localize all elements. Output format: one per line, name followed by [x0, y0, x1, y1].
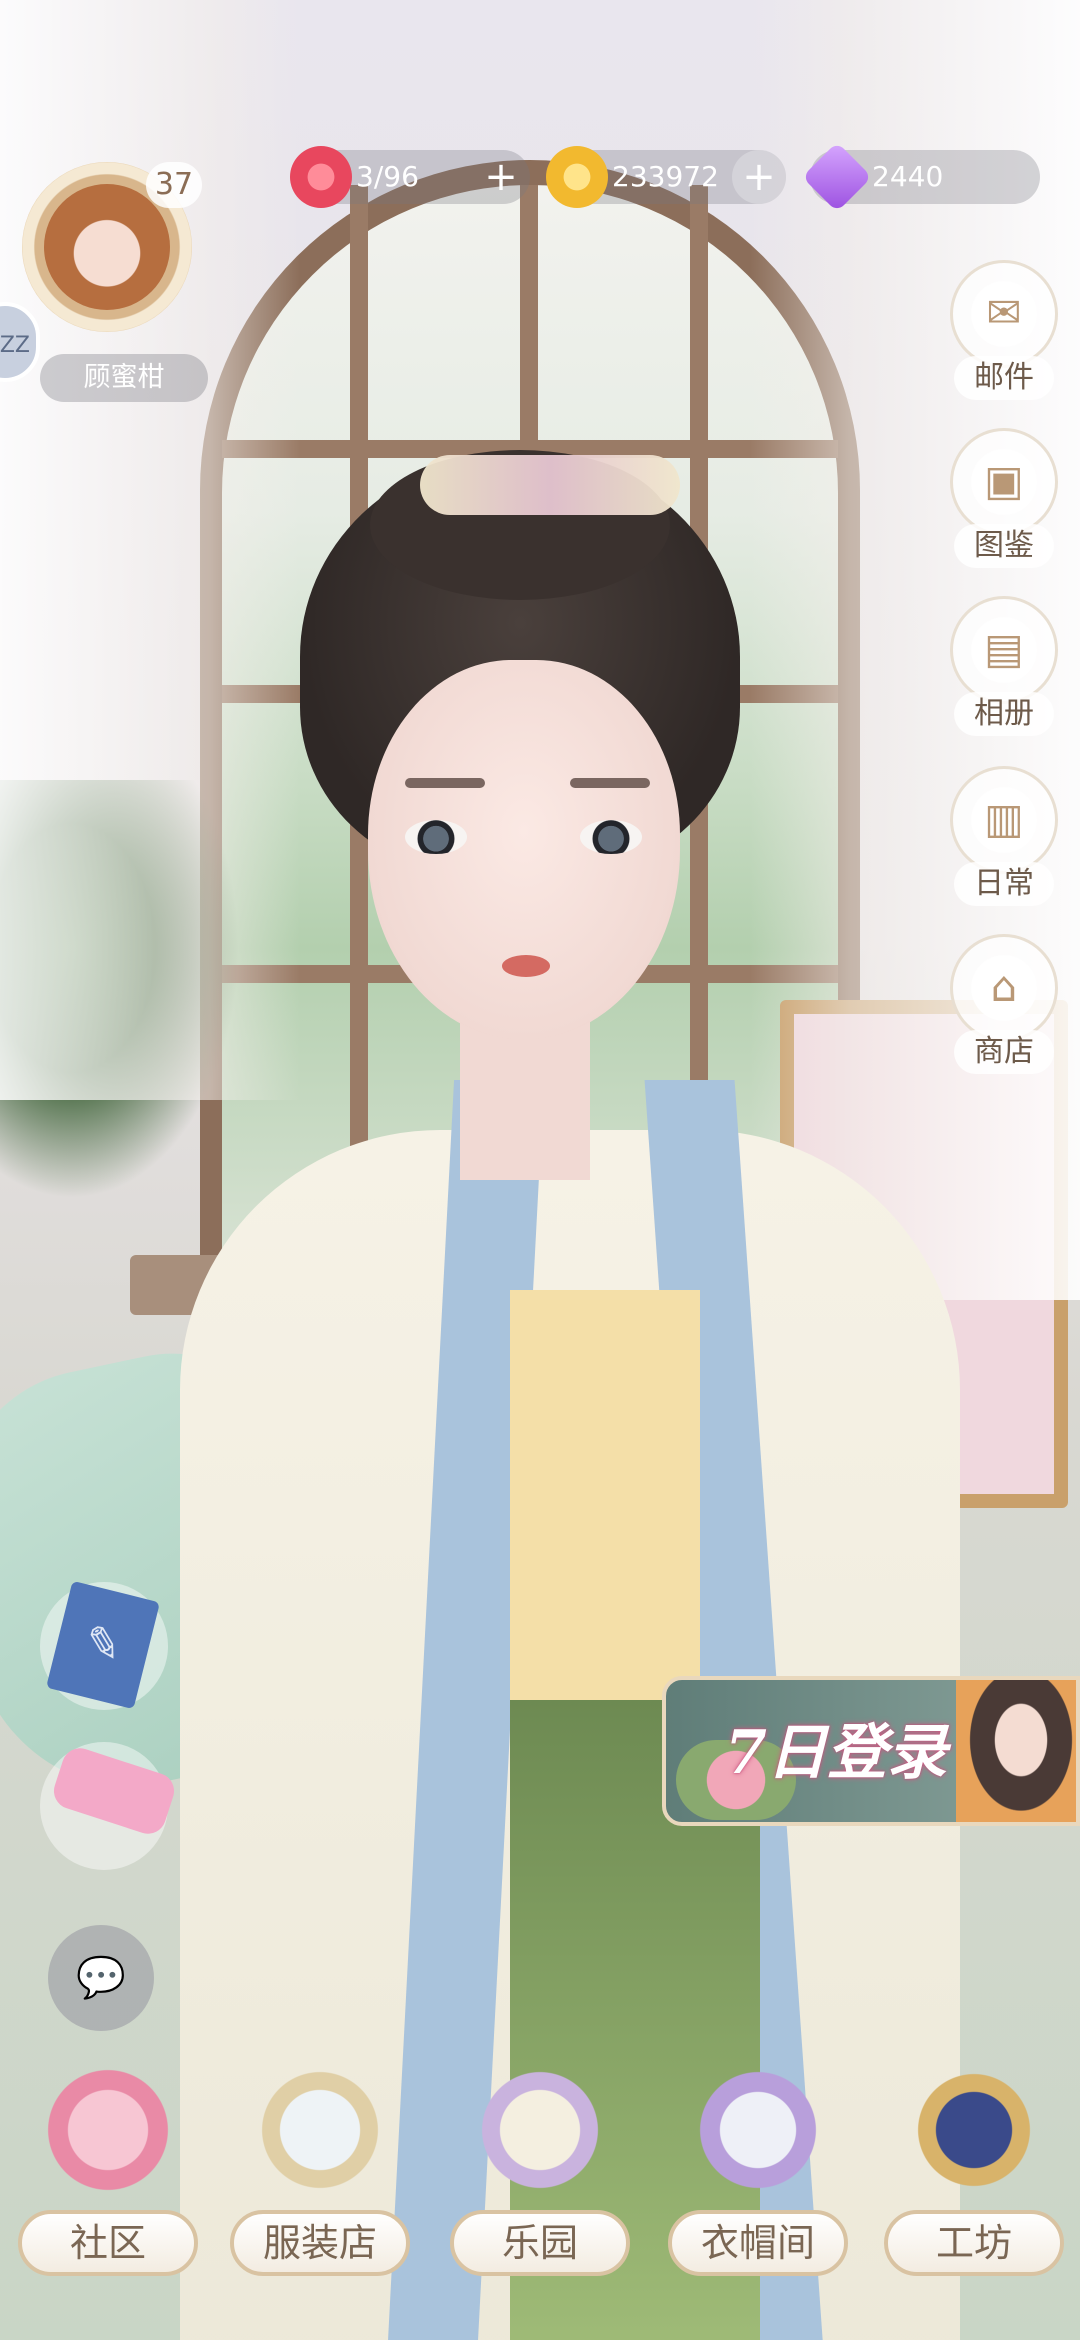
photo-album-icon: ▤ — [950, 596, 1058, 704]
add-coins-button[interactable]: + — [732, 150, 786, 204]
gems-value: 2440 — [872, 160, 944, 193]
coins-value: 233972 — [612, 160, 719, 193]
hair-ornament — [420, 455, 680, 515]
chat-button[interactable]: 💬 — [48, 1925, 154, 2031]
storybook-icon — [470, 2060, 610, 2200]
left-eye — [405, 820, 467, 854]
nav-community[interactable]: 社区 — [18, 2060, 198, 2300]
envelope-icon: ✉ — [950, 260, 1058, 368]
shop-button[interactable]: ⌂ 商店 — [944, 934, 1064, 1084]
character-bodice — [510, 1290, 700, 1710]
nav-clothing-store-label: 服装店 — [230, 2210, 410, 2276]
right-eye — [580, 820, 642, 854]
nav-wardrobe[interactable]: 衣帽间 — [668, 2060, 848, 2300]
character-lips — [502, 955, 550, 977]
nav-clothing-store[interactable]: 服装店 — [230, 2060, 410, 2300]
right-eyebrow — [570, 778, 650, 788]
wardrobe-mirror-icon — [688, 2060, 828, 2200]
nav-workshop-label: 工坊 — [884, 2210, 1064, 2276]
left-curtain — [0, 0, 300, 1100]
character-neck — [460, 1020, 590, 1180]
mail-button[interactable]: ✉ 邮件 — [944, 260, 1064, 410]
collection-button[interactable]: ▣ 图鉴 — [944, 428, 1064, 578]
daily-button[interactable]: ▥ 日常 — [944, 766, 1064, 916]
roses-gift-icon — [38, 2060, 178, 2200]
daily-folder-icon: ▥ — [950, 766, 1058, 874]
stamina-value: 3/96 — [356, 160, 419, 193]
vanity-mirror-icon — [250, 2060, 390, 2200]
chat-bubble-icon: 💬 — [76, 1955, 126, 2001]
shop-label: 商店 — [954, 1030, 1054, 1074]
player-name[interactable]: 顾蜜柑 — [40, 354, 208, 402]
nav-paradise-label: 乐园 — [450, 2210, 630, 2276]
photo-album-button[interactable]: ▤ 相册 — [944, 596, 1064, 746]
daily-label: 日常 — [954, 862, 1054, 906]
banner-character-portrait — [956, 1680, 1076, 1822]
add-stamina-button[interactable]: + — [474, 150, 528, 204]
left-eyebrow — [405, 778, 485, 788]
seven-day-login-banner[interactable]: 7日登录 — [662, 1676, 1080, 1826]
heart-icon — [290, 146, 352, 208]
mail-label: 邮件 — [954, 356, 1054, 400]
shop-icon: ⌂ — [950, 934, 1058, 1042]
gold-coin-icon — [546, 146, 608, 208]
character-face[interactable] — [368, 660, 680, 1040]
game-scene-background — [0, 0, 1080, 2340]
nav-paradise[interactable]: 乐园 — [450, 2060, 630, 2300]
album-book-icon: ▣ — [950, 428, 1058, 536]
player-avatar[interactable] — [44, 184, 170, 310]
nav-workshop[interactable]: 工坊 — [884, 2060, 1064, 2300]
player-level-badge: 37 — [146, 162, 202, 208]
sewing-box-icon — [904, 2060, 1044, 2200]
nav-wardrobe-label: 衣帽间 — [668, 2210, 848, 2276]
photo-album-label: 相册 — [954, 692, 1054, 736]
nav-community-label: 社区 — [18, 2210, 198, 2276]
banner-title: 7日登录 — [725, 1718, 947, 1788]
collection-label: 图鉴 — [954, 524, 1054, 568]
